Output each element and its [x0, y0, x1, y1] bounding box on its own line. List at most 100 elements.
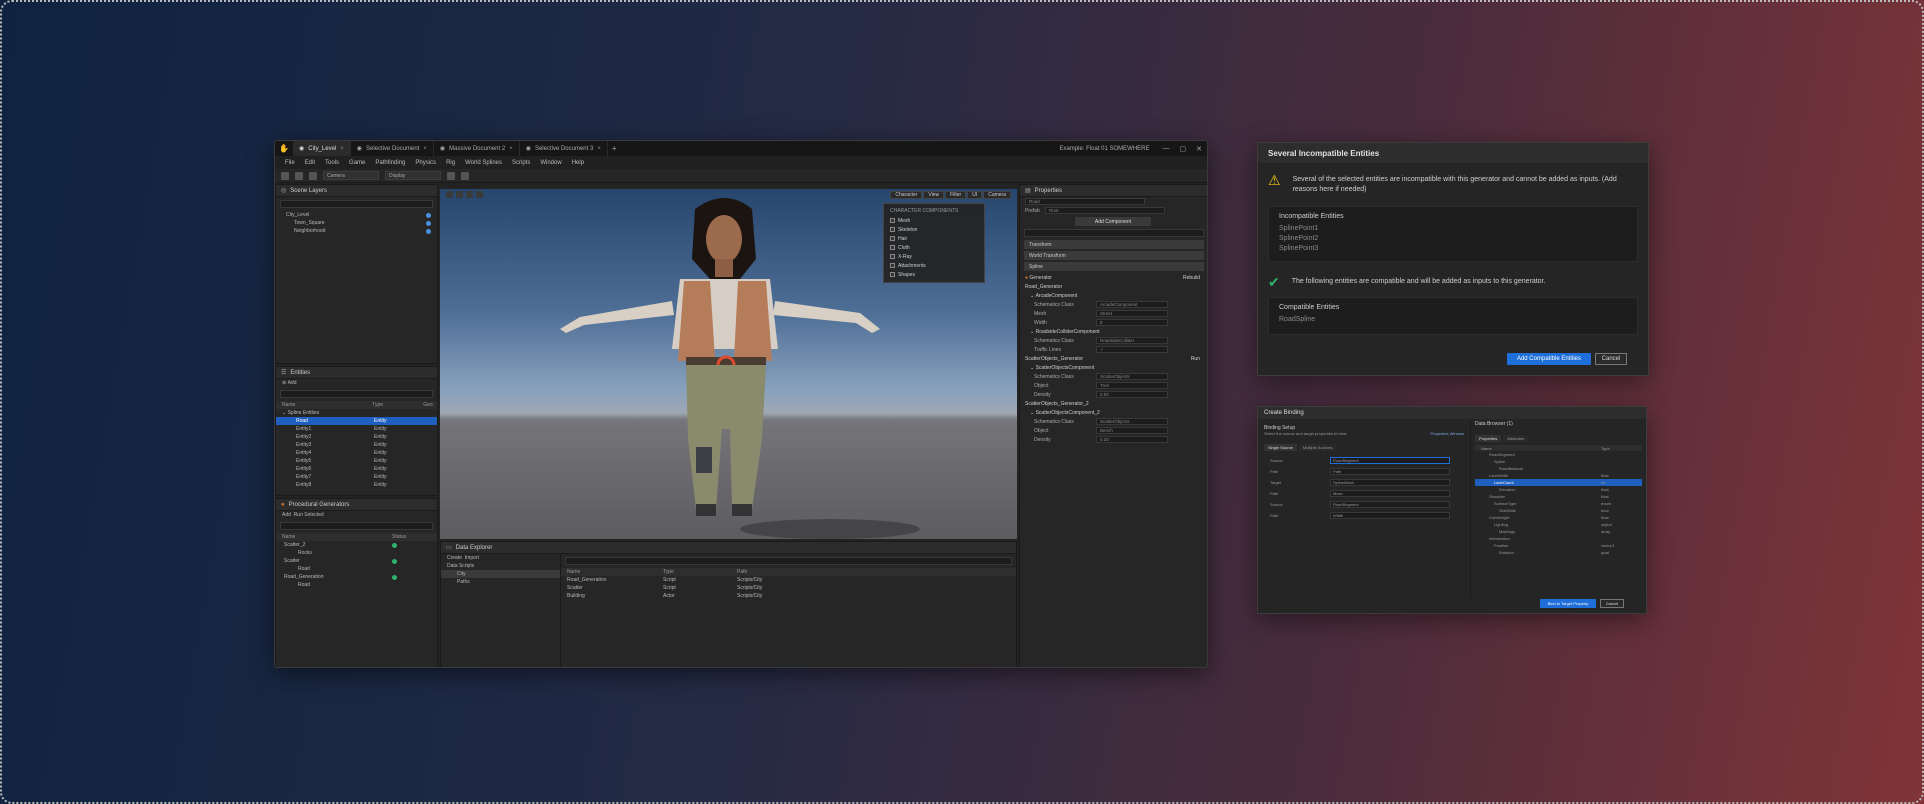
run-button[interactable]: Run [1191, 356, 1207, 362]
tab-document[interactable]: ◉ Massive Document 2 × [434, 141, 520, 156]
column-header[interactable]: Path [737, 569, 837, 575]
tree-row[interactable]: Shoulder float [1475, 493, 1642, 500]
column-header[interactable]: Type [372, 402, 423, 408]
minimize-icon[interactable]: — [1158, 145, 1175, 152]
entities-root-row[interactable]: ⌄ Spline Entities [276, 409, 437, 417]
add-compatible-button[interactable]: Add Compatible Entities [1507, 353, 1591, 365]
tab-properties[interactable]: Properties [1475, 435, 1502, 442]
column-header[interactable]: Status [392, 534, 432, 540]
table-row[interactable]: Entity3 Entity [276, 441, 437, 449]
property-field[interactable]: 0.50 [1096, 391, 1168, 398]
generator-row[interactable]: Scatter [276, 557, 437, 565]
table-row[interactable]: Entity1 Entity [276, 425, 437, 433]
column-header[interactable]: Type [663, 569, 737, 575]
table-row[interactable]: Building Actor Scripts/City [561, 592, 1016, 600]
comp3-header[interactable]: ⌄ ScatterObjectsComponent [1020, 363, 1207, 372]
property-field[interactable]: RoadsideCollider [1096, 337, 1168, 344]
table-row[interactable]: Entity8 Entity [276, 481, 437, 489]
layer-item[interactable]: Town_Square [276, 219, 437, 227]
close-icon[interactable]: × [597, 146, 601, 152]
popup-item[interactable]: Attachments [890, 261, 978, 270]
table-row[interactable]: Scatter Script Scripts/City [561, 584, 1016, 592]
tree-item[interactable]: City [441, 570, 560, 578]
close-icon[interactable]: × [509, 146, 513, 152]
scene-viewport[interactable]: Character View Filter UI Camera CHARACTE… [440, 189, 1017, 539]
column-header[interactable]: Type [1601, 446, 1641, 451]
generator-row[interactable]: Road [276, 565, 437, 573]
generator-row[interactable]: Road_Generation [276, 573, 437, 581]
table-row[interactable]: Entity2 Entity [276, 433, 437, 441]
column-header[interactable]: Name [282, 534, 392, 540]
close-icon[interactable]: × [423, 146, 427, 152]
binding-field[interactable]: RoadSegment [1330, 501, 1450, 508]
binding-field[interactable]: Width [1330, 512, 1450, 519]
tree-row[interactable]: RoadSegment [1475, 451, 1642, 458]
table-row[interactable]: Road_Generation Script Scripts/City [561, 576, 1016, 584]
checkbox[interactable] [890, 236, 895, 241]
snap-icon[interactable] [461, 171, 469, 180]
binding-field[interactable]: RoadSegment [1330, 457, 1450, 464]
tree-row[interactable]: Markings array [1475, 528, 1642, 535]
menu-item[interactable]: Help [572, 160, 584, 166]
layer-item[interactable]: Neighborhood [276, 227, 437, 235]
tree-row[interactable]: Rotation quat [1475, 549, 1642, 556]
entities-filter[interactable]: ⊕ Add [276, 379, 437, 387]
tree-row[interactable]: RoadNetwork [1475, 465, 1642, 472]
checkbox[interactable] [890, 218, 895, 223]
scene-layers-search[interactable] [280, 200, 433, 208]
table-row[interactable]: Road Entity [276, 417, 437, 425]
menu-item[interactable]: File [285, 160, 295, 166]
menu-item[interactable]: Rig [446, 160, 455, 166]
menu-item[interactable]: Window [540, 160, 561, 166]
menu-item[interactable]: Physics [415, 160, 436, 166]
menu-item[interactable]: Tools [325, 160, 339, 166]
property-field[interactable]: Street [1096, 310, 1168, 317]
tree-row[interactable]: Lighting object [1475, 521, 1642, 528]
menu-item[interactable]: Pathfinding [375, 160, 405, 166]
property-field[interactable]: ✓ [1096, 346, 1168, 353]
popup-item[interactable]: Cloth [890, 243, 978, 252]
tree-row[interactable]: LaneWidth float [1475, 472, 1642, 479]
checkbox[interactable] [890, 227, 895, 232]
tree-row[interactable]: Position vector3 [1475, 542, 1642, 549]
explorer-search[interactable] [565, 557, 1012, 565]
tab-single-source[interactable]: Single Source [1264, 444, 1297, 451]
tab-document[interactable]: ◉ Selective Document × [351, 141, 434, 156]
column-header[interactable]: Name [567, 569, 663, 575]
add-generator-button[interactable]: Add [282, 512, 291, 518]
tree-item[interactable]: Paths [441, 578, 560, 586]
column-header[interactable]: Geo [423, 402, 437, 408]
property-field[interactable]: 0.20 [1096, 436, 1168, 443]
tree-row[interactable]: Spline [1475, 458, 1642, 465]
camera-select[interactable]: Camera [323, 171, 379, 180]
property-field[interactable]: ArcadeComponent [1096, 301, 1168, 308]
generator-row[interactable]: Scatter_2 [276, 541, 437, 549]
properties-search[interactable] [1024, 229, 1204, 237]
popup-item[interactable]: Skeleton [890, 225, 978, 234]
prefab-field[interactable]: Root [1045, 207, 1165, 214]
tree-row[interactable]: Intersection [1475, 535, 1642, 542]
popup-item[interactable]: Shapes [890, 270, 978, 279]
binding-field[interactable]: Mesh [1330, 490, 1450, 497]
tab-multiple-sources[interactable]: Multiple Sources [1298, 444, 1337, 451]
redo-icon[interactable] [309, 171, 317, 180]
menu-item[interactable]: Edit [305, 160, 315, 166]
popup-item[interactable]: X-Ray [890, 252, 978, 261]
property-field[interactable]: ScatterObjects [1096, 373, 1168, 380]
table-row[interactable]: Entity7 Entity [276, 473, 437, 481]
tree-row[interactable]: LaneCount int [1475, 479, 1642, 486]
entities-search[interactable] [280, 390, 433, 398]
close-icon[interactable]: × [340, 146, 344, 152]
add-component-button[interactable]: Add Component [1075, 217, 1151, 226]
import-button[interactable]: Import [465, 555, 479, 561]
maximize-icon[interactable]: ▢ [1175, 145, 1192, 153]
properties-window-link[interactable]: Properties Window [1430, 431, 1464, 436]
tree-row[interactable]: CurbHeight float [1475, 514, 1642, 521]
binding-field[interactable]: Path [1330, 468, 1450, 475]
visibility-icon[interactable] [426, 220, 431, 226]
column-header[interactable]: Name [1481, 446, 1601, 451]
visibility-icon[interactable] [426, 212, 431, 218]
menu-item[interactable]: Game [349, 160, 365, 166]
create-button[interactable]: Create [447, 555, 462, 561]
comp2-header[interactable]: ⌄ RoadsideColliderComponent [1020, 327, 1207, 336]
